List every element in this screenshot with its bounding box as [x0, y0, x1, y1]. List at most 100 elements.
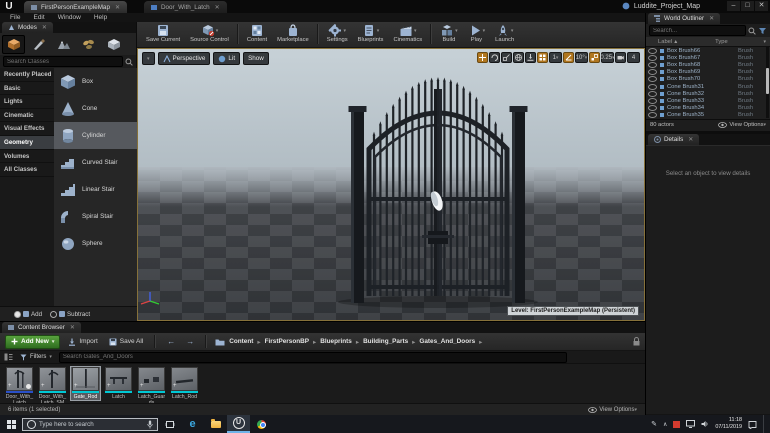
source-control-button[interactable]: ▾ Source Control [185, 22, 234, 46]
monitor-tray-icon[interactable] [686, 420, 696, 428]
foliage-mode-button[interactable] [77, 35, 100, 54]
column-label[interactable]: Label [658, 39, 672, 45]
place-mode-button[interactable] [2, 34, 25, 54]
save-all-button[interactable]: Save All [106, 338, 147, 346]
taskbar-clock[interactable]: 11:18 07/11/2019 [715, 417, 742, 431]
breadcrumb-content[interactable]: Content [229, 338, 253, 345]
add-new-button[interactable]: Add New ▾ [5, 334, 61, 349]
geometry-item-box[interactable]: Box [54, 68, 137, 95]
outliner-view-options-button[interactable]: View Options ▾ [718, 122, 766, 128]
level-viewport[interactable]: ▾ Perspective Lit Show 1 ▾ 10° ▾ 0.25 ▾ … [137, 48, 645, 321]
outliner-row[interactable]: Cone Brush31 Brush [646, 83, 770, 90]
category-all-classes[interactable]: All Classes [0, 163, 54, 177]
outliner-search-input[interactable] [649, 25, 746, 36]
asset-door-with-latch-sm[interactable]: + Door_With_Latch_SM [38, 367, 67, 406]
cb-view-options-button[interactable]: View Options ▾ [588, 407, 637, 413]
menu-help[interactable]: Help [94, 14, 107, 21]
paint-mode-button[interactable] [27, 35, 50, 54]
lit-mode-selector[interactable]: Lit [213, 52, 241, 65]
asset-latch-rod[interactable]: + Latch_Rod [170, 367, 199, 400]
visibility-eye-icon[interactable] [648, 83, 657, 90]
pen-tray-icon[interactable]: ✎ [651, 420, 657, 428]
outliner-row[interactable]: Cone Brush33 Brush [646, 97, 770, 104]
outliner-row[interactable]: Cone Brush35 Brush [646, 112, 770, 119]
breadcrumb-building-parts[interactable]: Building_Parts [363, 338, 408, 345]
asset-door-with-latch[interactable]: + Door_With_Latch [5, 367, 34, 406]
category-recently-placed[interactable]: Recently Placed [0, 68, 54, 82]
geometry-item-spiral-stair[interactable]: Spiral Stair [54, 203, 137, 230]
category-cinematic[interactable]: Cinematic [0, 109, 54, 123]
forward-button[interactable]: → [183, 337, 197, 346]
marketplace-button[interactable]: Marketplace [272, 22, 314, 46]
scale-snap-value[interactable]: 0.25 ▾ [600, 52, 615, 63]
settings-button[interactable]: ▾ Settings [322, 22, 353, 46]
speaker-tray-icon[interactable] [701, 420, 709, 428]
breadcrumb-firstpersonbp[interactable]: FirstPersonBP [265, 338, 309, 345]
close-button[interactable]: ✕ [755, 1, 768, 11]
outliner-row[interactable]: Cone Brush34 Brush [646, 105, 770, 112]
menu-file[interactable]: File [10, 14, 20, 21]
viewport-options-dropdown[interactable]: ▾ [142, 52, 155, 65]
start-button[interactable] [0, 415, 22, 433]
outliner-row[interactable]: Box Brush68 Brush [646, 61, 770, 68]
outliner-settings-icon[interactable] [758, 27, 767, 35]
outliner-row[interactable]: Box Brush69 Brush [646, 69, 770, 76]
play-button[interactable]: ▾ Play [463, 22, 491, 46]
scale-tool-button[interactable] [501, 52, 512, 63]
geometry-item-linear-stair[interactable]: Linear Stair [54, 176, 137, 203]
outliner-row[interactable]: Box Brush66 Brush [646, 47, 770, 54]
rotation-snap-value[interactable]: 10° ▾ [575, 52, 588, 63]
menu-edit[interactable]: Edit [33, 14, 44, 21]
world-outliner-tab[interactable]: World Outliner ✕ [648, 13, 721, 24]
visibility-eye-icon[interactable] [648, 76, 657, 83]
category-basic[interactable]: Basic [0, 82, 54, 96]
asset-latch[interactable]: + Latch [104, 367, 133, 400]
close-tab-icon[interactable]: ✕ [215, 4, 220, 11]
content-browser-tab[interactable]: Content Browser ✕ [2, 322, 81, 333]
file-explorer-taskbar-icon[interactable] [204, 415, 227, 433]
coordinate-system-button[interactable] [513, 52, 524, 63]
visibility-eye-icon[interactable] [648, 97, 657, 104]
grid-snap-toggle[interactable] [537, 52, 548, 63]
blueprints-button[interactable]: ▾ Blueprints [353, 22, 389, 46]
search-classes-input[interactable] [3, 56, 123, 67]
translate-tool-button[interactable] [477, 52, 488, 63]
category-lights[interactable]: Lights [0, 95, 54, 109]
geometry-item-cone[interactable]: Cone [54, 95, 137, 122]
show-flags-button[interactable]: Show [243, 52, 269, 65]
scale-snap-toggle[interactable] [589, 52, 600, 63]
visibility-eye-icon[interactable] [648, 90, 657, 97]
sources-panel-icon[interactable] [4, 353, 13, 361]
filters-button[interactable]: Filters ▾ [17, 354, 55, 361]
back-button[interactable]: ← [164, 337, 178, 346]
breadcrumb-blueprints[interactable]: Blueprints [320, 338, 352, 345]
details-tab[interactable]: Details ✕ [648, 133, 700, 145]
rotation-snap-toggle[interactable] [563, 52, 574, 63]
surface-snapping-button[interactable] [525, 52, 536, 63]
visibility-eye-icon[interactable] [648, 69, 657, 76]
brush-subtract-radio[interactable]: Subtract [50, 310, 90, 318]
chrome-taskbar-icon[interactable] [250, 415, 273, 433]
taskbar-search[interactable]: Type here to search [22, 417, 158, 431]
camera-speed-value[interactable]: 4 [627, 52, 640, 63]
perspective-selector[interactable]: Perspective [157, 52, 211, 65]
outliner-row[interactable]: Box Brush70 Brush [646, 76, 770, 83]
close-panel-icon[interactable]: ✕ [688, 136, 693, 143]
unreal-taskbar-icon[interactable]: U [227, 415, 250, 433]
cinematics-button[interactable]: ▾ Cinematics [388, 22, 427, 46]
visibility-eye-icon[interactable] [648, 105, 657, 112]
outliner-scrollbar[interactable] [766, 46, 769, 118]
save-current-button[interactable]: Save Current [141, 22, 185, 46]
outliner-row[interactable]: Box Brush67 Brush [646, 54, 770, 61]
breadcrumb-gates-and-doors[interactable]: Gates_And_Doors [419, 338, 475, 345]
content-search-input[interactable] [58, 351, 567, 363]
column-type[interactable]: Type [715, 39, 728, 45]
geometry-item-cylinder[interactable]: Cylinder [54, 122, 137, 149]
visibility-eye-icon[interactable] [648, 47, 657, 54]
landscape-mode-button[interactable] [52, 35, 75, 54]
visibility-eye-icon[interactable] [648, 112, 657, 119]
modes-tab[interactable]: Modes ✕ [2, 22, 53, 33]
task-view-button[interactable] [158, 415, 181, 433]
close-tab-icon[interactable]: ✕ [115, 4, 120, 11]
geometry-item-sphere[interactable]: Sphere [54, 230, 137, 257]
